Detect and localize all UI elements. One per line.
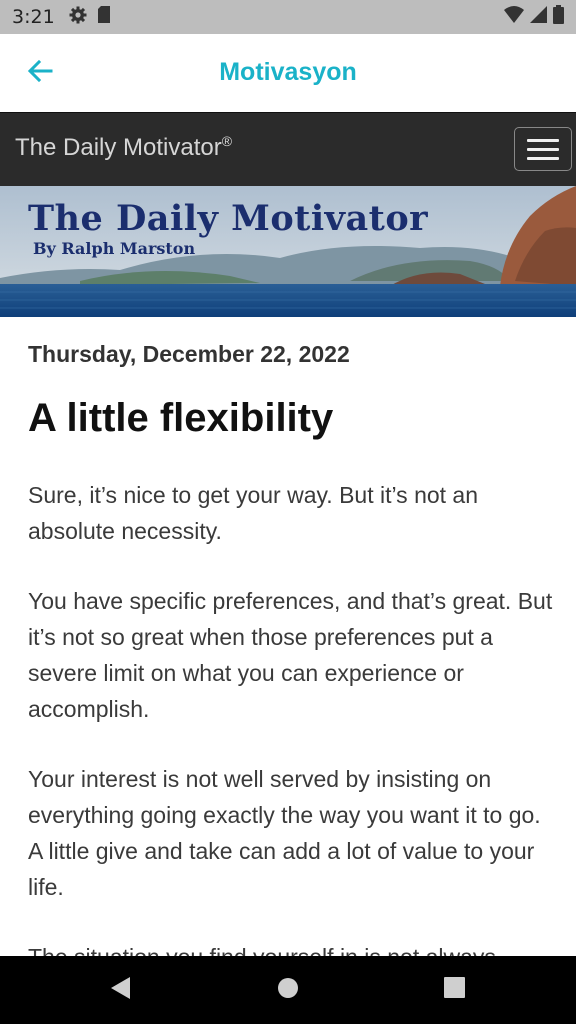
- article-paragraph: Sure, it’s nice to get your way. But it’…: [28, 482, 479, 544]
- site-name[interactable]: The Daily Motivator®: [15, 133, 232, 162]
- status-icons-right: [504, 0, 564, 34]
- status-time: 3:21: [12, 6, 55, 28]
- article-paragraph: Your interest is not well served by insi…: [28, 766, 541, 900]
- site-header: The Daily Motivator®: [0, 112, 576, 187]
- nav-back-button[interactable]: [90, 970, 150, 1010]
- app-bar: Motivasyon: [0, 34, 576, 113]
- article-date: Thursday, December 22, 2022: [28, 341, 350, 367]
- banner-title: The Daily Motivator: [28, 198, 429, 239]
- menu-button[interactable]: [514, 127, 572, 171]
- nav-recents-button[interactable]: [424, 970, 484, 1010]
- signal-icon: [530, 6, 547, 28]
- article-content: Thursday, December 22, 2022 A little fle…: [28, 317, 553, 957]
- article-paragraph: The situation you find yourself in is no…: [28, 944, 496, 957]
- wifi-icon: [504, 6, 524, 28]
- site-name-text: The Daily Motivator: [15, 134, 222, 161]
- status-bar: 3:21: [0, 0, 576, 34]
- recents-square-icon: [443, 977, 465, 1003]
- system-nav-bar: [0, 956, 576, 1024]
- gear-icon: [69, 6, 87, 29]
- banner-subtitle: By Ralph Marston: [33, 239, 196, 258]
- banner-image: The Daily Motivator By Ralph Marston: [0, 186, 576, 317]
- article-title: A little flexibility: [28, 396, 334, 440]
- back-triangle-icon: [109, 976, 131, 1005]
- battery-icon: [553, 5, 564, 29]
- registered-mark: ®: [221, 133, 233, 149]
- home-circle-icon: [277, 977, 299, 1004]
- article-paragraph: You have specific preferences, and that’…: [28, 588, 553, 722]
- hamburger-icon: [527, 138, 559, 142]
- nav-home-button[interactable]: [258, 970, 318, 1010]
- app-title: Motivasyon: [219, 58, 357, 86]
- sd-card-icon: [97, 6, 111, 28]
- status-icons-left: [69, 6, 111, 29]
